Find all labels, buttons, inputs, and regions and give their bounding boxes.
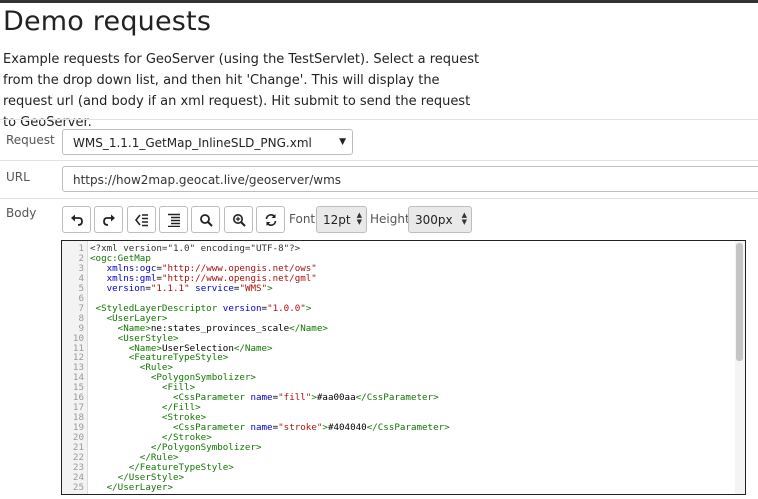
divider <box>0 160 758 161</box>
request-label: Request <box>6 133 55 147</box>
line-number: 25 <box>72 481 84 493</box>
unindent-button[interactable] <box>127 206 156 233</box>
search-icon <box>199 213 213 227</box>
redo-button[interactable] <box>94 206 123 233</box>
spinner-arrows-icon: ▲ ▼ <box>356 211 362 226</box>
search-button[interactable] <box>191 206 220 233</box>
height-value: 300px <box>415 213 453 227</box>
code-text: </UserLayer> <box>106 481 173 493</box>
body-label: Body <box>6 206 37 220</box>
zoom-in-icon <box>232 213 246 227</box>
url-label: URL <box>6 170 30 184</box>
font-size-value: 12pt <box>323 213 351 227</box>
format-button[interactable] <box>159 206 188 233</box>
request-select-value: WMS_1.1.1_GetMap_InlineSLD_PNG.xml <box>73 136 312 150</box>
url-input[interactable]: https://how2map.geocat.live/geoserver/wm… <box>62 166 758 192</box>
redo-icon <box>102 214 115 226</box>
divider <box>0 119 758 120</box>
height-label: Height <box>370 212 410 226</box>
divider <box>0 198 758 199</box>
spinner-arrows-icon: ▲ ▼ <box>461 211 467 226</box>
zoom-in-button[interactable] <box>224 206 253 233</box>
page-description: Example requests for GeoServer (using th… <box>3 52 480 130</box>
code-editor[interactable]: 1 <?xml version="1.0" encoding="UTF-8"?> 2… <box>61 240 746 495</box>
font-label: Font <box>289 212 316 226</box>
unindent-icon <box>134 213 148 226</box>
font-size-spinner[interactable]: 12pt ▲ ▼ <box>316 206 367 233</box>
replace-button[interactable] <box>256 206 285 233</box>
height-spinner[interactable]: 300px ▲ ▼ <box>408 206 472 233</box>
top-border <box>0 0 758 3</box>
scrollbar-thumb[interactable] <box>736 243 743 361</box>
chevron-down-icon: ▼ <box>339 137 346 147</box>
undo-button[interactable] <box>62 206 91 233</box>
code-text: version="1.1.1" service="WMS"> <box>106 282 273 294</box>
format-icon <box>167 213 180 227</box>
replace-icon <box>265 213 276 226</box>
request-select[interactable]: WMS_1.1.1_GetMap_InlineSLD_PNG.xml ▼ <box>62 129 353 155</box>
undo-icon <box>70 214 83 226</box>
page-title: Demo requests <box>3 6 212 37</box>
vertical-scrollbar[interactable] <box>735 241 745 494</box>
